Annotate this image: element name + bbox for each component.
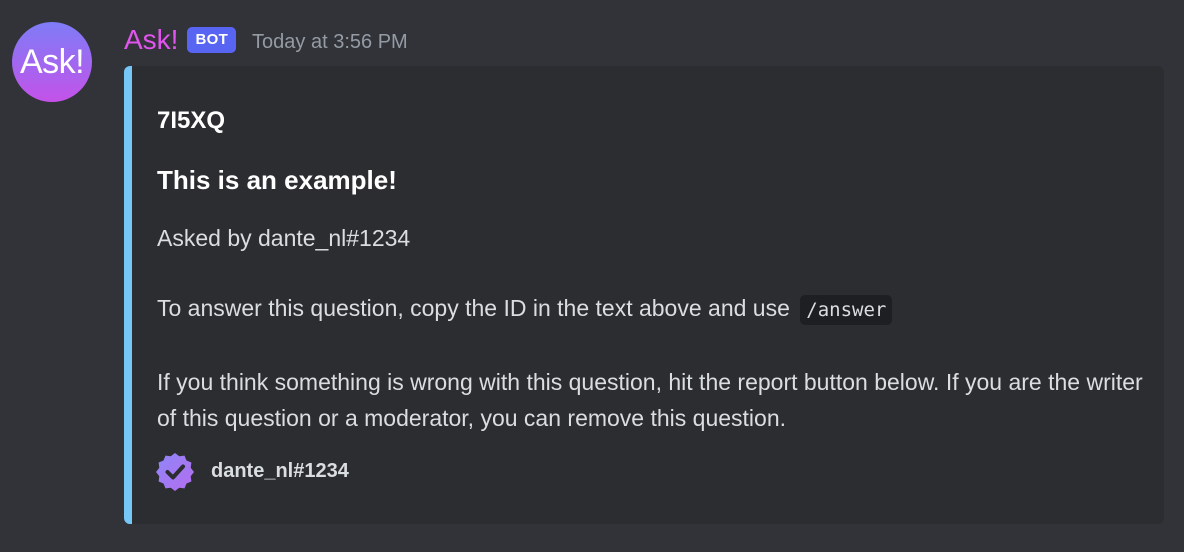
timestamp[interactable]: Today at 3:56 PM — [252, 20, 408, 60]
embed-title: 7I5XQ — [157, 107, 226, 134]
footer-text: dante_nl#1234 — [211, 459, 349, 482]
report-text: If you think something is wrong with thi… — [157, 369, 1143, 431]
embed-heading: This is an example! — [157, 165, 397, 195]
answer-instruction: To answer this question, copy the ID in … — [157, 290, 1147, 328]
answer-instruction-text: To answer this question, copy the ID in … — [157, 295, 790, 321]
embed-footer: dante_nl#1234 — [155, 451, 349, 491]
verified-badge-icon — [156, 453, 194, 491]
asked-by-text: Asked by dante_nl#1234 — [157, 225, 411, 251]
message-header: Ask! BOT Today at 3:56 PM — [124, 22, 408, 58]
avatar-text: Ask! — [19, 42, 85, 81]
avatar[interactable]: Ask! — [12, 22, 92, 102]
answer-command: /answer — [800, 295, 893, 325]
embed-accent-bar — [124, 66, 132, 524]
embed: 7I5XQ This is an example! Asked by dante… — [124, 66, 1164, 524]
username[interactable]: Ask! — [124, 22, 178, 58]
chat-message: Ask! Ask! BOT Today at 3:56 PM 7I5XQ Thi… — [0, 0, 1184, 552]
bot-tag: BOT — [187, 27, 237, 53]
